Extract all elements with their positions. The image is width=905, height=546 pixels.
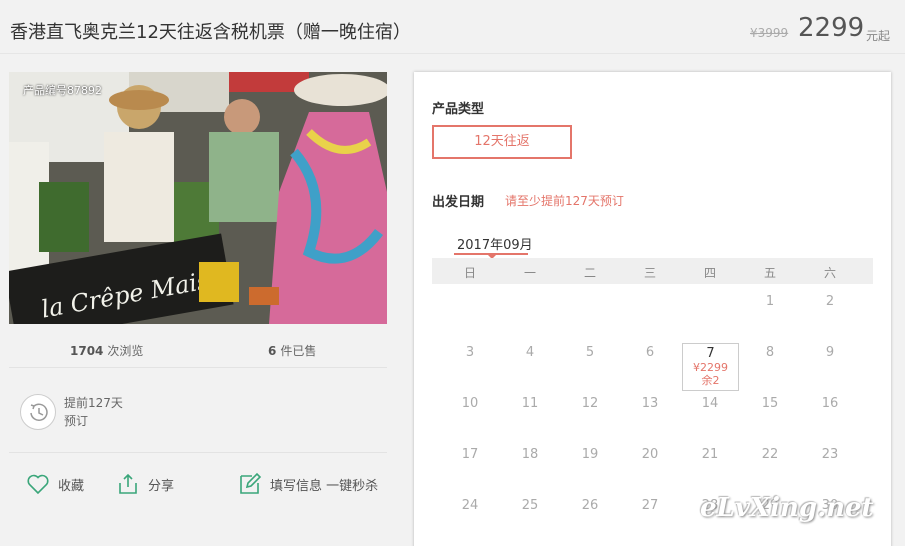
available-day-number: 7 bbox=[706, 346, 715, 361]
clock-icon bbox=[20, 394, 56, 430]
sold-count: 6 bbox=[268, 344, 277, 358]
calendar-day: 1 bbox=[765, 294, 775, 309]
calendar-day: 6 bbox=[645, 345, 655, 360]
product-title: 香港直飞奥克兰12天往返含税机票（赠一晚住宿） bbox=[10, 22, 411, 43]
calendar-day: 13 bbox=[641, 396, 659, 411]
favorite-label: 收藏 bbox=[58, 478, 85, 494]
calendar-day: 11 bbox=[521, 396, 539, 411]
fill-info-label: 填写信息 一键秒杀 bbox=[270, 478, 379, 494]
month-tab[interactable]: 2017年09月 bbox=[457, 234, 533, 253]
share-icon bbox=[119, 473, 137, 494]
calendar-day: 10 bbox=[461, 396, 479, 411]
advance-suffix: 预订 bbox=[64, 414, 89, 428]
calendar-day: 17 bbox=[461, 447, 479, 462]
calendar-day: 16 bbox=[821, 396, 839, 411]
share-button[interactable]: 分享 bbox=[116, 470, 174, 498]
calendar-day: 15 bbox=[761, 396, 779, 411]
product-type-option[interactable]: 12天往返 bbox=[432, 125, 572, 159]
calendar-day: 18 bbox=[521, 447, 539, 462]
calendar-day-available[interactable]: 7 ¥2299 余2 bbox=[682, 343, 739, 391]
calendar-day: 26 bbox=[581, 498, 599, 513]
favorite-button[interactable]: 收藏 bbox=[26, 470, 84, 498]
calendar-day: 8 bbox=[765, 345, 775, 360]
departure-date-label: 出发日期 bbox=[432, 195, 485, 210]
weekday-thu: 四 bbox=[703, 266, 716, 280]
weekday-fri: 五 bbox=[763, 266, 776, 280]
stats-bar: 1704 次浏览 6 件已售 bbox=[9, 326, 387, 368]
edit-icon bbox=[240, 472, 262, 494]
booking-panel: 产品类型 12天往返 出发日期 请至少提前127天预订 2017年09月 日 一… bbox=[414, 72, 891, 546]
heart-icon bbox=[27, 474, 49, 495]
calendar-day: 20 bbox=[641, 447, 659, 462]
calendar-day: 14 bbox=[701, 396, 719, 411]
views-stat: 1704 次浏览 bbox=[70, 342, 143, 359]
views-count: 1704 bbox=[70, 344, 104, 358]
original-price: ¥3999 bbox=[750, 26, 789, 40]
market-scene-illustration: la Crêpe Maison bbox=[9, 72, 387, 324]
product-type-label: 产品类型 bbox=[432, 102, 485, 117]
weekday-wed: 三 bbox=[643, 266, 656, 280]
weekday-mon: 一 bbox=[523, 266, 536, 280]
fill-info-button[interactable]: 填写信息 一键秒杀 bbox=[238, 470, 378, 498]
page-header: 香港直飞奥克兰12天往返含税机票（赠一晚住宿） ¥3999 2299 元起 bbox=[0, 0, 905, 54]
weekday-tue: 二 bbox=[583, 266, 596, 280]
available-day-price: ¥2299 bbox=[693, 361, 728, 374]
weekday-sun: 日 bbox=[463, 266, 476, 280]
departure-note: 请至少提前127天预订 bbox=[505, 194, 624, 208]
calendar-day: 24 bbox=[461, 498, 479, 513]
calendar-day: 25 bbox=[521, 498, 539, 513]
calendar-day: 5 bbox=[585, 345, 595, 360]
calendar-day: 21 bbox=[701, 447, 719, 462]
calendar-day: 23 bbox=[821, 447, 839, 462]
calendar-day: 27 bbox=[641, 498, 659, 513]
calendar-day: 9 bbox=[825, 345, 835, 360]
weekday-header: 日 一 二 三 四 五 六 bbox=[432, 258, 873, 284]
calendar-day: 2 bbox=[825, 294, 835, 309]
calendar-day: 22 bbox=[761, 447, 779, 462]
calendar-day: 12 bbox=[581, 396, 599, 411]
divider bbox=[9, 452, 387, 453]
product-number: 产品编号87892 bbox=[23, 84, 102, 97]
sold-label: 件已售 bbox=[280, 344, 317, 358]
calendar-day: 4 bbox=[525, 345, 535, 360]
weekday-sat: 六 bbox=[823, 266, 836, 280]
site-watermark: eLvXing.net bbox=[700, 493, 874, 523]
advance-days: 提前127天 bbox=[64, 396, 123, 410]
available-day-remaining: 余2 bbox=[701, 374, 720, 387]
advance-text: 提前127天 预订 bbox=[64, 394, 123, 430]
price-suffix: 元起 bbox=[866, 29, 891, 43]
share-label: 分享 bbox=[148, 478, 175, 494]
product-photo: la Crêpe Maison 产品编号87892 bbox=[9, 72, 387, 324]
sold-stat: 6 件已售 bbox=[268, 342, 316, 359]
calendar-day: 3 bbox=[465, 345, 475, 360]
current-price: 2299 bbox=[798, 13, 865, 43]
views-label: 次浏览 bbox=[107, 344, 144, 358]
calendar-day: 19 bbox=[581, 447, 599, 462]
